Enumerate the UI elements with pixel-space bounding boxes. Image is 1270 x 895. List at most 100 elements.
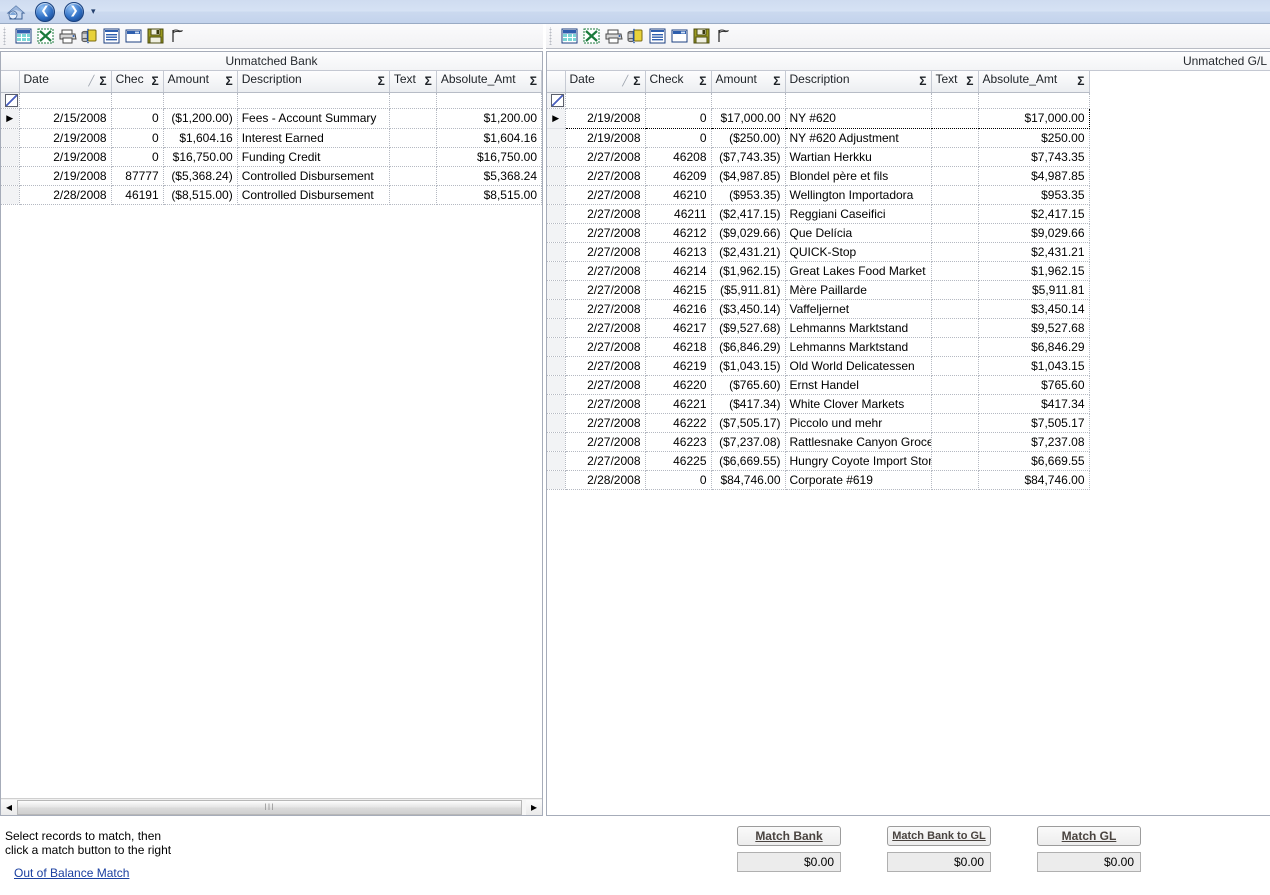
cell-text[interactable] (389, 147, 437, 167)
column-sum-icon[interactable]: Σ (1077, 72, 1084, 91)
row-selector[interactable] (547, 223, 566, 243)
cell-date[interactable]: 2/19/2008 (564, 107, 646, 129)
table-row[interactable]: 2/27/2008 46213 ($2,431.21) QUICK-Stop $2,43… (547, 242, 1090, 262)
column-sum-icon[interactable]: Σ (633, 72, 640, 91)
cell-check[interactable]: 0 (111, 108, 164, 129)
cell-absolute[interactable]: $9,527.68 (978, 318, 1090, 338)
row-selector[interactable] (547, 166, 566, 186)
cell-date[interactable]: 2/28/2008 (565, 470, 646, 490)
cell-absolute[interactable]: $7,743.35 (978, 147, 1090, 167)
cell-amount[interactable]: ($953.35) (711, 185, 786, 205)
filter-cell[interactable] (978, 92, 1090, 109)
table-row[interactable]: 2/27/2008 46210 ($953.35) Wellington Import… (547, 185, 1090, 205)
cell-absolute[interactable]: $250.00 (978, 128, 1090, 148)
cell-amount[interactable]: $17,000.00 (711, 107, 786, 129)
column-sum-icon[interactable]: Σ (773, 72, 780, 91)
cell-date[interactable]: 2/27/2008 (565, 242, 646, 262)
save-button[interactable] (690, 26, 712, 47)
export-excel-button[interactable] (580, 26, 602, 47)
filter-cell[interactable] (389, 92, 437, 109)
column-sum-icon[interactable]: Σ (378, 72, 385, 91)
cell-text[interactable] (931, 299, 979, 319)
cell-amount[interactable]: ($9,029.66) (711, 223, 786, 243)
table-row[interactable]: 2/19/2008 0 $16,750.00 Funding Credit $16,75… (1, 147, 542, 167)
cell-absolute[interactable]: $17,000.00 (978, 107, 1090, 129)
row-selector[interactable] (547, 451, 566, 471)
cell-description[interactable]: Wartian Herkku (785, 147, 932, 167)
cell-text[interactable] (389, 128, 437, 148)
window-view-button[interactable] (122, 26, 144, 47)
cell-amount[interactable]: ($250.00) (711, 128, 786, 148)
cell-amount[interactable]: $1,604.16 (163, 128, 238, 148)
filter-row-indicator[interactable] (1, 92, 20, 109)
cell-date[interactable]: 2/27/2008 (565, 147, 646, 167)
cell-check[interactable]: 46218 (645, 337, 712, 357)
cell-absolute[interactable]: $4,987.85 (978, 166, 1090, 186)
cell-amount[interactable]: ($1,043.15) (711, 356, 786, 376)
table-row[interactable]: 2/27/2008 46211 ($2,417.15) Reggiani Caseif… (547, 204, 1090, 224)
cell-description[interactable]: White Clover Markets (785, 394, 932, 414)
row-selector[interactable] (547, 375, 566, 395)
match-gl-button[interactable]: Match GL (1037, 826, 1141, 846)
cell-check[interactable]: 46225 (645, 451, 712, 471)
cell-text[interactable] (931, 242, 979, 262)
table-row[interactable]: 2/19/2008 0 ($250.00) NY #620 Adjustment $25… (547, 128, 1090, 148)
cell-text[interactable] (931, 185, 979, 205)
cell-absolute[interactable]: $3,450.14 (978, 299, 1090, 319)
scroll-left-arrow-icon[interactable]: ◂ (1, 799, 17, 815)
filter-row[interactable] (547, 92, 1090, 109)
cell-date[interactable]: 2/15/2008 (19, 108, 112, 129)
row-selector[interactable] (547, 413, 566, 433)
filter-cell[interactable] (237, 92, 390, 109)
cell-amount[interactable]: ($1,200.00) (163, 108, 238, 129)
column-header-date[interactable]: Σ ╱ Date (19, 71, 112, 93)
cell-text[interactable] (931, 128, 979, 148)
cell-text[interactable] (931, 470, 979, 490)
table-row[interactable]: 2/28/2008 0 $84,746.00 Corporate #619 $84,74… (547, 470, 1090, 490)
row-selector[interactable] (547, 470, 566, 490)
grid-view-button[interactable] (12, 26, 34, 47)
column-sum-icon[interactable]: Σ (226, 72, 233, 91)
cell-text[interactable] (931, 432, 979, 452)
table-row[interactable]: 2/28/2008 46191 ($8,515.00) Controlled Disb… (1, 185, 542, 205)
database-refresh-button[interactable] (624, 26, 646, 47)
cell-date[interactable]: 2/27/2008 (565, 280, 646, 300)
cell-check[interactable]: 0 (645, 107, 712, 129)
column-sum-icon[interactable]: Σ (530, 72, 537, 91)
cell-amount[interactable]: ($7,743.35) (711, 147, 786, 167)
filter-cell[interactable] (931, 92, 979, 109)
cell-amount[interactable]: ($8,515.00) (163, 185, 238, 205)
cell-amount[interactable]: ($2,417.15) (711, 204, 786, 224)
row-selector[interactable]: ▶ (547, 108, 566, 129)
nav-dropdown-button[interactable]: ▾ (91, 7, 96, 16)
row-selector[interactable] (547, 394, 566, 414)
filter-cell[interactable] (645, 92, 712, 109)
row-selector[interactable] (547, 318, 566, 338)
cell-amount[interactable]: ($2,431.21) (711, 242, 786, 262)
cell-text[interactable] (931, 107, 979, 129)
forward-button[interactable]: ❯ (64, 1, 84, 22)
cell-absolute[interactable]: $5,911.81 (978, 280, 1090, 300)
filter-cell[interactable] (19, 92, 112, 109)
cell-check[interactable]: 0 (111, 128, 164, 148)
cell-date[interactable]: 2/19/2008 (19, 128, 112, 148)
cell-description[interactable]: Lehmanns Marktstand (785, 318, 932, 338)
column-sum-icon[interactable]: Σ (699, 72, 706, 91)
row-selector[interactable] (547, 337, 566, 357)
cell-check[interactable]: 46209 (645, 166, 712, 186)
cell-amount[interactable]: ($5,368.24) (163, 166, 238, 186)
cell-absolute[interactable]: $417.34 (978, 394, 1090, 414)
cell-description[interactable]: Reggiani Caseifici (785, 204, 932, 224)
cell-amount[interactable]: $16,750.00 (163, 147, 238, 167)
cell-check[interactable]: 46220 (645, 375, 712, 395)
cell-text[interactable] (389, 108, 437, 129)
database-refresh-button[interactable] (78, 26, 100, 47)
save-button[interactable] (144, 26, 166, 47)
cell-description[interactable]: Vaffeljernet (785, 299, 932, 319)
cell-amount[interactable]: ($6,846.29) (711, 337, 786, 357)
cell-absolute[interactable]: $7,505.17 (978, 413, 1090, 433)
cell-description[interactable]: Rattlesnake Canyon Groce.. (785, 432, 932, 452)
cell-description[interactable]: Hungry Coyote Import Store (785, 451, 932, 471)
column-header-text[interactable]: Σ Text (389, 71, 437, 93)
table-row[interactable]: ▶ 2/19/2008 0 $17,000.00 NY #620 $17,000.00 (547, 107, 1090, 129)
